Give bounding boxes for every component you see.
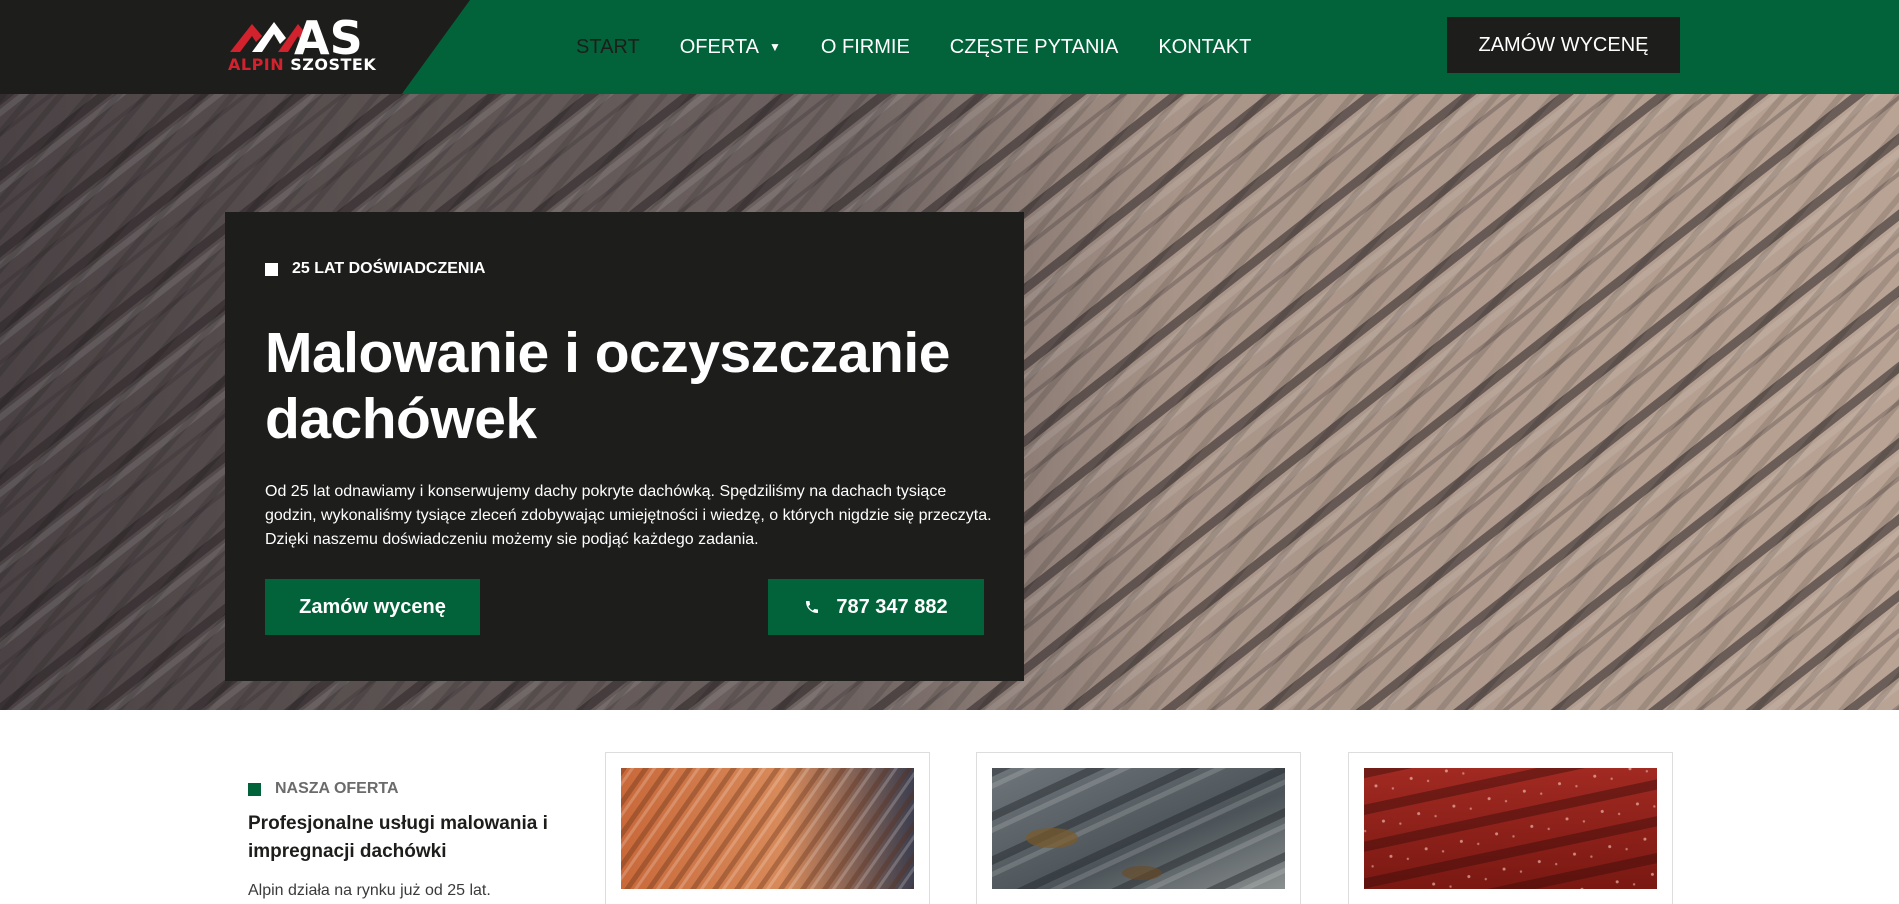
offer-card-3[interactable] (1348, 752, 1673, 904)
logo-word-alpin: ALPIN (228, 55, 285, 74)
hero-card: 25 LAT DOŚWIADCZENIA Malowanie i oczyszc… (225, 212, 1024, 681)
offer-card-1[interactable] (605, 752, 930, 904)
nav-item-o-firmie[interactable]: O FIRMIE (821, 36, 910, 59)
square-bullet-icon (248, 782, 261, 796)
hero-phone-number: 787 347 882 (836, 595, 948, 618)
offer-eyebrow: NASZA OFERTA (248, 780, 399, 798)
offer-title: Profesjonalne usługi malowania i impregn… (248, 813, 548, 862)
offer-text: Alpin działa na rynku już od 25 lat. (248, 882, 491, 899)
offer-eyebrow-text: NASZA OFERTA (275, 780, 399, 797)
main-nav: START OFERTA ▼ O FIRMIE CZĘSTE PYTANIA K… (576, 0, 1291, 94)
hero-eyebrow-text: 25 LAT DOŚWIADCZENIA (292, 260, 486, 277)
logo-mark-icon: AS (230, 12, 363, 56)
nav-item-czeste-pytania[interactable]: CZĘSTE PYTANIA (950, 36, 1119, 59)
nav-item-oferta-label: OFERTA (679, 35, 759, 58)
hero-eyebrow: 25 LAT DOŚWIADCZENIA (265, 260, 485, 278)
hero-section: 25 LAT DOŚWIADCZENIA Malowanie i oczyszc… (0, 94, 1899, 710)
logo-mark-text: AS (294, 12, 363, 56)
nav-item-oferta[interactable]: OFERTA ▼ (680, 36, 781, 59)
nav-item-kontakt[interactable]: KONTAKT (1158, 36, 1251, 59)
logo-word-szostek: SZOSTEK (290, 55, 377, 74)
nav-item-start[interactable]: START (576, 36, 640, 59)
orange-tiles-image (621, 768, 914, 889)
hero-title: Malowanie i oczyszczanie dachówek (265, 321, 950, 451)
logo-wordmark: ALPIN SZOSTEK (228, 55, 376, 74)
offer-section: NASZA OFERTA Profesjonalne usługi malowa… (0, 710, 1899, 904)
red-tiles-image (1364, 768, 1657, 889)
header-quote-button[interactable]: ZAMÓW WYCENĘ (1447, 17, 1680, 73)
logo[interactable]: AS ALPIN SZOSTEK (228, 12, 378, 78)
hero-description: Od 25 lat odnawiamy i konserwujemy dachy… (265, 483, 992, 548)
hero-phone-button[interactable]: 787 347 882 (768, 579, 984, 635)
chevron-down-icon: ▼ (769, 40, 781, 54)
offer-card-2[interactable] (976, 752, 1301, 904)
grey-tiles-image (992, 768, 1285, 889)
square-bullet-icon (265, 262, 278, 276)
site-header: AS ALPIN SZOSTEK START OFERTA ▼ O FIRMIE… (0, 0, 1899, 94)
phone-icon (804, 599, 820, 615)
hero-quote-button[interactable]: Zamów wycenę (265, 579, 480, 635)
